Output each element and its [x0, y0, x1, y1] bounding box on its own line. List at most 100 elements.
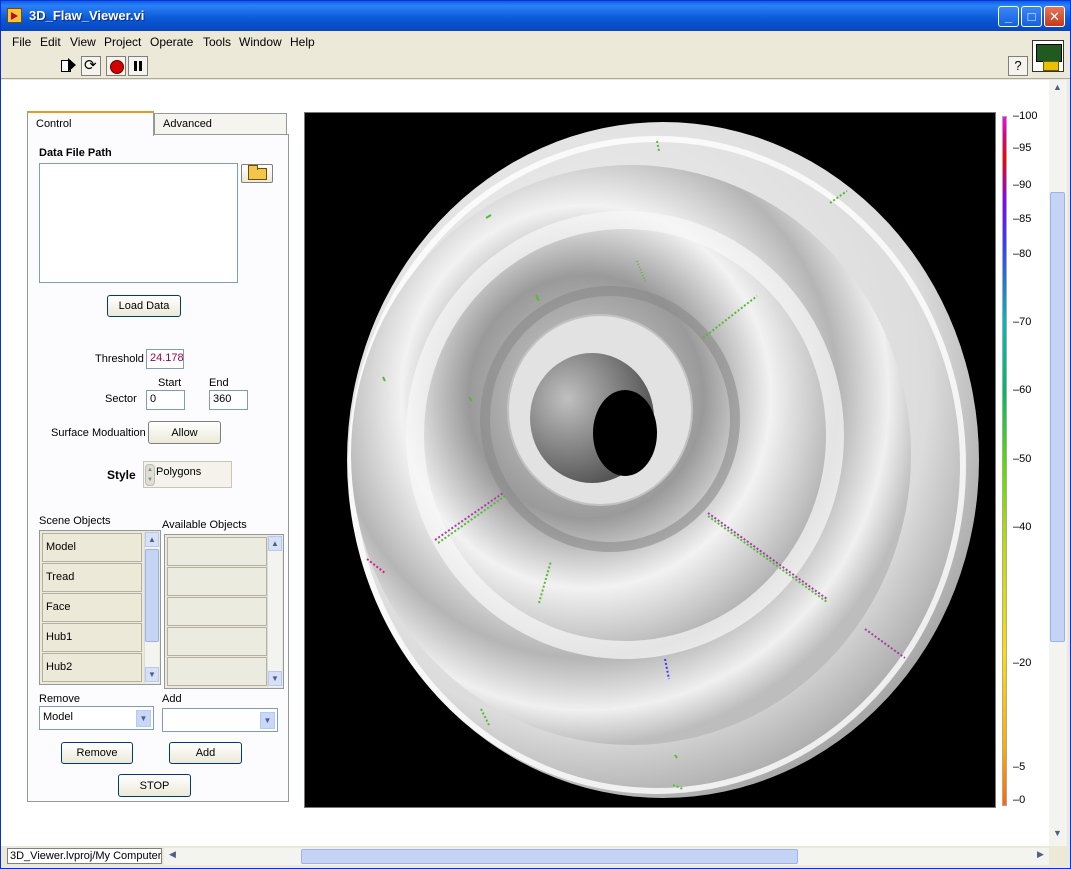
scroll-thumb[interactable] [145, 549, 159, 642]
sector-label: Sector [105, 393, 137, 405]
run-continuously-icon[interactable] [81, 56, 101, 76]
add-button[interactable]: Add [169, 742, 242, 764]
browse-button[interactable] [241, 164, 273, 183]
available-objects-label: Available Objects [162, 519, 247, 531]
menu-help[interactable]: Help [290, 35, 315, 49]
chevron-down-icon[interactable]: ▼ [260, 712, 275, 729]
sector-start-label: Start [158, 377, 182, 389]
menu-edit[interactable]: Edit [40, 35, 61, 49]
ring-increment-icon[interactable]: ▲ ▼ [145, 464, 155, 486]
title-bar[interactable]: 3D_Flaw_Viewer.vi _ □ ✕ [1, 1, 1070, 31]
sector-end-label: End [209, 377, 229, 389]
tab-control-page[interactable]: Control [27, 111, 154, 136]
style-ring-selector[interactable]: ▲ ▼ Polygons [143, 461, 232, 488]
labview-window: 3D_Flaw_Viewer.vi _ □ ✕ File Edit View P… [0, 0, 1071, 869]
scale-tick-label: –50 [1013, 453, 1032, 465]
folder-icon [248, 165, 267, 180]
remove-label: Remove [39, 693, 80, 705]
chevron-down-icon[interactable]: ▼ [136, 710, 151, 727]
scroll-down-icon[interactable]: ▼ [145, 667, 159, 682]
scale-tick-label: –95 [1013, 142, 1032, 154]
scene-objects-listbox[interactable]: Model Tread Face Hub1 Hub2 ▲ ▼ [39, 530, 161, 685]
scale-tick-label: –80 [1013, 248, 1032, 260]
allow-surface-modulation-button[interactable]: Allow [148, 421, 221, 444]
sector-start-input[interactable]: 0 [146, 390, 185, 410]
scale-tick-label: –0 [1013, 794, 1026, 806]
window-title: 3D_Flaw_Viewer.vi [29, 8, 145, 23]
add-label: Add [162, 693, 182, 705]
scale-tick-label: –100 [1013, 110, 1038, 122]
threshold-label: Threshold [95, 353, 144, 365]
abort-icon[interactable] [106, 56, 126, 76]
list-item[interactable]: Model [42, 533, 142, 562]
vi-app-icon [7, 8, 22, 23]
tab-advanced[interactable]: Advanced [154, 113, 287, 135]
style-label: Style [107, 468, 136, 482]
load-data-button[interactable]: Load Data [107, 295, 181, 317]
data-file-path-input[interactable] [39, 163, 238, 283]
list-item[interactable] [167, 627, 267, 656]
menu-view[interactable]: View [70, 35, 96, 49]
hub-hole [593, 390, 657, 476]
context-help-button[interactable]: ? [1008, 56, 1028, 76]
menu-bar: File Edit View Project Operate Tools Win… [1, 31, 1070, 53]
scroll-thumb[interactable] [301, 849, 798, 864]
available-objects-scrollbar[interactable]: ▲ ▼ [267, 536, 282, 687]
status-bar: 3D_Viewer.lvproj/My Computer ◀ ▶ [1, 846, 1070, 868]
threshold-input[interactable]: 24.178 [146, 349, 184, 369]
scale-tick-label: –70 [1013, 316, 1032, 328]
pause-icon[interactable] [128, 56, 148, 76]
scroll-down-icon[interactable]: ▼ [1050, 828, 1065, 843]
scroll-up-icon[interactable]: ▲ [145, 532, 159, 547]
3d-scene-display[interactable] [304, 112, 996, 808]
list-item[interactable] [167, 567, 267, 596]
project-path: 3D_Viewer.lvproj/My Computer [7, 848, 162, 864]
menu-project[interactable]: Project [104, 35, 141, 49]
scale-tick-label: –85 [1013, 213, 1032, 225]
list-item[interactable]: Tread [42, 563, 142, 592]
list-item[interactable] [167, 537, 267, 566]
list-item[interactable]: Face [42, 593, 142, 622]
panel-horizontal-scrollbar[interactable]: ◀ ▶ [164, 848, 1049, 865]
stop-button[interactable]: STOP [118, 774, 191, 797]
list-item[interactable]: Hub2 [42, 653, 142, 682]
tab-control: Control Advanced Data File Path Load Dat… [27, 111, 289, 802]
menu-tools[interactable]: Tools [203, 35, 231, 49]
minimize-button[interactable]: _ [998, 6, 1019, 27]
scale-tick-label: –20 [1013, 657, 1032, 669]
maximize-button[interactable]: □ [1021, 6, 1042, 27]
control-tab-page: Data File Path Load Data Threshold 24.17… [27, 134, 289, 802]
add-dropdown[interactable]: ▼ [162, 708, 278, 732]
scroll-left-icon[interactable]: ◀ [165, 849, 180, 864]
list-item[interactable]: Hub1 [42, 623, 142, 652]
list-item[interactable] [167, 597, 267, 626]
available-objects-listbox[interactable]: ▲ ▼ [164, 534, 284, 689]
scale-tick-label: –60 [1013, 384, 1032, 396]
remove-button[interactable]: Remove [61, 742, 133, 764]
surface-modulation-label: Surface Modualtion [51, 427, 146, 439]
run-arrow-icon[interactable] [58, 56, 78, 76]
remove-dropdown[interactable]: Model ▼ [39, 706, 154, 730]
menu-operate[interactable]: Operate [150, 35, 193, 49]
scroll-right-icon[interactable]: ▶ [1033, 849, 1048, 864]
color-scale-ramp[interactable] [1002, 116, 1007, 806]
scroll-up-icon[interactable]: ▲ [268, 536, 282, 551]
scale-tick-label: –90 [1013, 179, 1032, 191]
menu-window[interactable]: Window [239, 35, 282, 49]
scale-tick-label: –5 [1013, 761, 1026, 773]
wheel-3d-render [347, 122, 979, 798]
front-panel: Control Advanced Data File Path Load Dat… [1, 80, 1049, 846]
menu-file[interactable]: File [12, 35, 31, 49]
remove-selected-value: Model [43, 711, 73, 723]
list-item[interactable] [167, 657, 267, 686]
scroll-down-icon[interactable]: ▼ [268, 671, 282, 686]
style-value: Polygons [156, 466, 202, 478]
vi-connector-icon [1032, 40, 1064, 72]
scroll-up-icon[interactable]: ▲ [1050, 82, 1065, 97]
close-button[interactable]: ✕ [1044, 6, 1065, 27]
toolbar: ? [1, 40, 1070, 79]
sector-end-input[interactable]: 360 [209, 390, 248, 410]
panel-vertical-scrollbar[interactable]: ▲ ▼ [1049, 80, 1067, 846]
scene-objects-scrollbar[interactable]: ▲ ▼ [144, 532, 159, 683]
scroll-thumb[interactable] [1050, 192, 1065, 642]
